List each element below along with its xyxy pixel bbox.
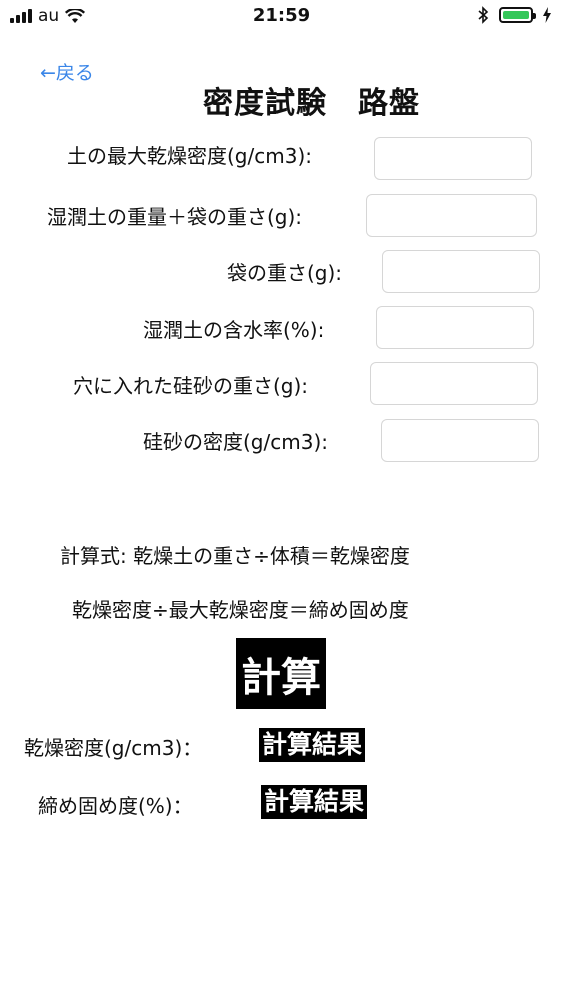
result-label-compaction: 締め固め度(%)：	[38, 794, 193, 818]
page-title: 密度試験 路盤	[203, 86, 420, 121]
result-label-dry-density: 乾燥密度(g/cm3)：	[24, 736, 203, 760]
moisture-content-input[interactable]	[376, 306, 534, 349]
calculate-button[interactable]: 計算	[236, 638, 326, 709]
compaction-result: 計算結果	[261, 785, 368, 819]
sand-density-input[interactable]	[381, 419, 539, 462]
field-label-bag-weight: 袋の重さ(g):	[227, 261, 343, 285]
field-label-moisture-content: 湿潤土の含水率(%):	[143, 318, 325, 342]
max-dry-density-input[interactable]	[374, 137, 532, 180]
charging-bolt-icon	[543, 7, 551, 23]
formula-line-1: 計算式: 乾燥土の重さ÷体積＝乾燥密度	[60, 544, 410, 568]
field-label-max-dry-density: 土の最大乾燥密度(g/cm3):	[67, 144, 312, 168]
bag-weight-input[interactable]	[382, 250, 540, 293]
status-bar: au 21:59	[0, 0, 563, 34]
battery-icon	[499, 7, 536, 23]
field-label-sand-density: 硅砂の密度(g/cm3):	[143, 430, 328, 454]
bluetooth-icon	[478, 6, 489, 24]
sand-weight-input[interactable]	[370, 362, 538, 405]
status-right	[478, 6, 551, 24]
field-label-wet-soil-plus-bag: 湿潤土の重量＋袋の重さ(g):	[47, 205, 303, 229]
field-label-sand-weight: 穴に入れた硅砂の重さ(g):	[73, 374, 309, 398]
dry-density-result: 計算結果	[259, 728, 366, 762]
formula-line-2: 乾燥密度÷最大乾燥密度＝締め固め度	[72, 598, 409, 622]
wet-soil-plus-bag-weight-input[interactable]	[366, 194, 537, 237]
